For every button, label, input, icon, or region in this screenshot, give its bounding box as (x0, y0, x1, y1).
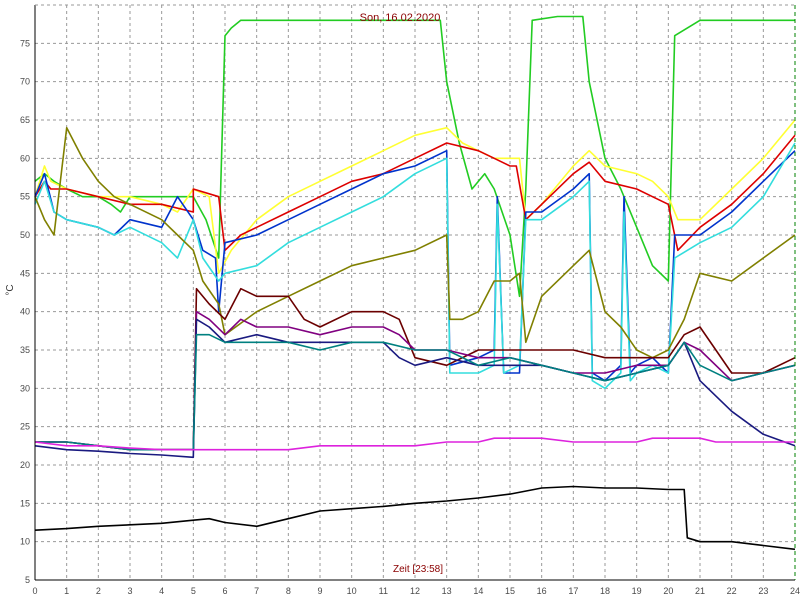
x-tick-label: 19 (632, 586, 642, 596)
y-tick-label: 10 (20, 537, 30, 547)
x-tick-label: 23 (758, 586, 768, 596)
y-tick-label: 50 (20, 230, 30, 240)
y-tick-label: 30 (20, 383, 30, 393)
x-tick-label: 0 (32, 586, 37, 596)
x-tick-label: 11 (379, 586, 388, 596)
y-tick-label: 35 (20, 345, 30, 355)
x-tick-label: 7 (254, 586, 259, 596)
y-tick-label: 25 (20, 422, 30, 432)
y-tick-label: 15 (20, 498, 30, 508)
y-axis-label: °C (5, 284, 16, 295)
y-tick-label: 70 (20, 77, 30, 87)
x-tick-label: 2 (96, 586, 101, 596)
y-tick-label: 65 (20, 115, 30, 125)
chart-background (0, 0, 800, 600)
chart: 0 1 2 3 4 5 6 7 8 9 10 11 12 13 14 15 16 17 18 19 20 21 22 23 24… (0, 0, 800, 600)
x-tick-label: 18 (600, 586, 610, 596)
x-tick-label: 13 (442, 586, 452, 596)
y-tick-label: 60 (20, 153, 30, 163)
x-tick-label: 21 (695, 586, 705, 596)
y-tick-label: 55 (20, 192, 30, 202)
x-tick-label: 20 (663, 586, 673, 596)
y-tick-label: 45 (20, 268, 30, 278)
y-tick-label: 75 (20, 38, 30, 48)
x-tick-label: 8 (286, 586, 291, 596)
x-tick-label: 12 (410, 586, 420, 596)
y-tick-label: 5 (25, 575, 30, 585)
x-tick-label: 24 (790, 586, 800, 596)
x-tick-label: 14 (473, 586, 483, 596)
x-tick-label: 15 (505, 586, 515, 596)
line-chart-canvas: 0 1 2 3 4 5 6 7 8 9 10 11 12 13 14 15 16 17 18 19 20 21 22 23 24… (0, 0, 800, 600)
x-tick-label: 6 (222, 586, 227, 596)
x-tick-label: 3 (127, 586, 132, 596)
x-tick-label: 4 (159, 586, 164, 596)
y-tick-label: 40 (20, 307, 30, 317)
x-tick-label: 22 (727, 586, 737, 596)
x-tick-label: 16 (537, 586, 547, 596)
x-tick-label: 17 (568, 586, 578, 596)
x-tick-label: 10 (347, 586, 357, 596)
y-tick-label: 20 (20, 460, 30, 470)
x-axis-label: Zeit [23:58] (393, 564, 443, 575)
x-tick-label: 9 (317, 586, 322, 596)
chart-title: Son, 16.02.2020 (360, 12, 441, 24)
x-tick-label: 5 (191, 586, 196, 596)
x-tick-label: 1 (64, 586, 69, 596)
